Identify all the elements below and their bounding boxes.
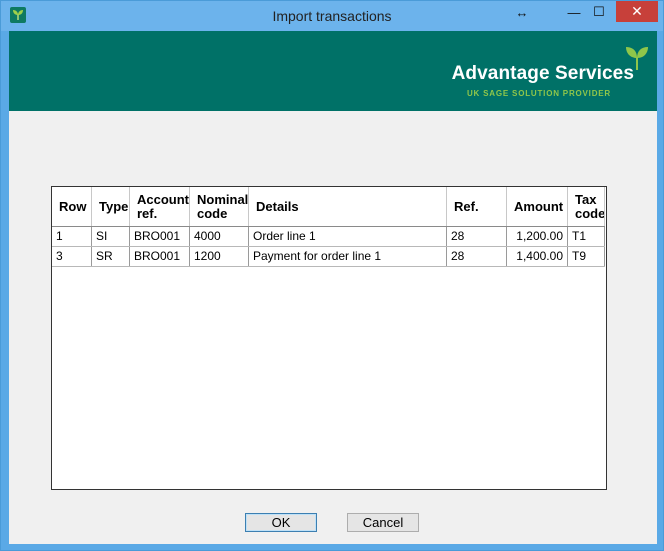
cell-details[interactable]: Order line 1 [249,227,447,246]
cell-nominal-code[interactable]: 1200 [190,247,249,266]
column-header-label: Amount [514,198,564,214]
brand-banner: Advantage Services UK SAGE SOLUTION PROV… [9,31,657,111]
table-row[interactable]: 1 SI BRO001 4000 Order line 1 28 1,200.0… [52,227,605,247]
column-header-row[interactable]: Row [52,187,92,226]
brand-leaf-icon [626,47,648,70]
grid-header: Row Type Account ref. Nominal code Details… [52,187,605,227]
cell-nominal-code[interactable]: 4000 [190,227,249,246]
resize-icon[interactable]: ↔ [509,1,535,23]
cell-tax-code[interactable]: T1 [568,227,605,246]
column-header-nominal-code[interactable]: Nominal code [190,187,249,226]
cell-ref[interactable]: 28 [447,247,507,266]
cancel-button[interactable]: Cancel [347,513,419,532]
cell-account-ref[interactable]: BRO001 [130,247,190,266]
cell-amount[interactable]: 1,400.00 [507,247,568,266]
column-header-details[interactable]: Details [249,187,447,226]
title-bar[interactable]: Import transactions ↔ — ☐ ✕ [1,1,663,31]
cell-details[interactable]: Payment for order line 1 [249,247,447,266]
column-header-ref[interactable]: Ref. [447,187,507,226]
cell-ref[interactable]: 28 [447,227,507,246]
column-header-type[interactable]: Type [92,187,130,226]
cell-type[interactable]: SR [92,247,130,266]
import-transactions-window: Import transactions ↔ — ☐ ✕ Advantage Se… [0,0,664,551]
column-header-label: Tax code [575,191,605,221]
column-header-tax-code[interactable]: Tax code [568,187,605,226]
maximize-button[interactable]: ☐ [588,1,610,23]
minimize-button[interactable]: — [563,1,585,23]
dialog-client-area: Advantage Services UK SAGE SOLUTION PROV… [9,31,657,544]
close-button[interactable]: ✕ [616,1,658,22]
column-header-label: Details [256,198,299,214]
cell-row[interactable]: 3 [52,247,92,266]
cell-row[interactable]: 1 [52,227,92,246]
table-row[interactable]: 3 SR BRO001 1200 Payment for order line … [52,247,605,267]
column-header-label: Ref. [454,198,479,214]
column-header-label: Nominal code [197,191,249,221]
column-header-label: Account ref. [137,191,189,221]
cell-account-ref[interactable]: BRO001 [130,227,190,246]
brand-tagline: UK SAGE SOLUTION PROVIDER [466,89,611,98]
ok-button[interactable]: OK [245,513,317,532]
column-header-account-ref[interactable]: Account ref. [130,187,190,226]
column-header-label: Type [99,198,129,214]
brand-name: Advantage Services [451,63,634,84]
column-header-label: Row [59,198,87,214]
column-header-amount[interactable]: Amount [507,187,568,226]
cell-type[interactable]: SI [92,227,130,246]
cell-tax-code[interactable]: T9 [568,247,605,266]
transactions-grid[interactable]: Row Type Account ref. Nominal code Details… [51,186,607,490]
cell-amount[interactable]: 1,200.00 [507,227,568,246]
